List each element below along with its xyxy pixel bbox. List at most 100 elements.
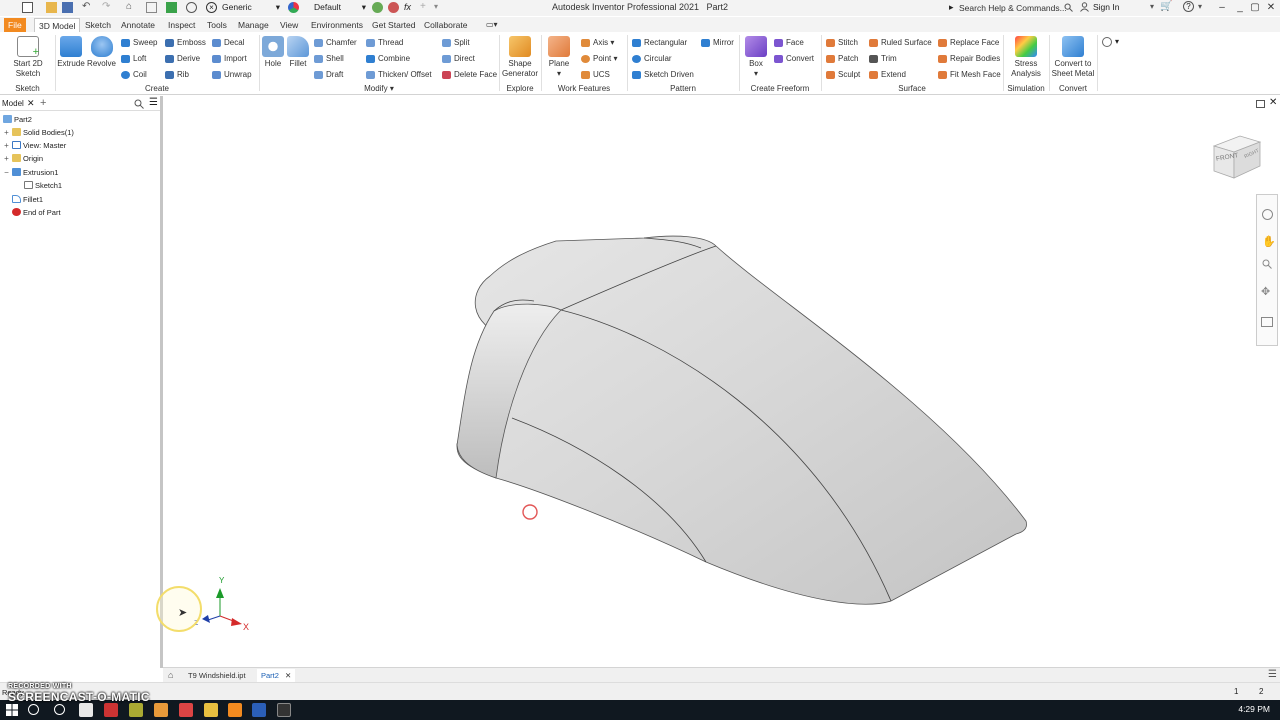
chevron-down-icon[interactable]: ▾ [1150, 2, 1154, 11]
sculpt-button[interactable]: Sculpt [826, 69, 860, 81]
emboss-button[interactable]: Emboss [165, 37, 206, 49]
fillet-button[interactable]: Fillet [286, 36, 310, 69]
new-file-icon[interactable] [22, 2, 33, 13]
app-icon[interactable] [104, 703, 118, 717]
sweep-button[interactable]: Sweep [121, 37, 157, 49]
tree-item-solid-bodies[interactable]: Solid Bodies(1) [12, 127, 74, 139]
patch-button[interactable]: Patch [826, 53, 858, 65]
orbit-icon[interactable]: ✥ [1261, 285, 1270, 298]
browser-tab-model[interactable]: Model [2, 99, 24, 108]
graphics-window[interactable]: ✕ FRONT RIGHT ✋ ✥ Y X Z ➤ [156, 96, 1280, 668]
axis-button[interactable]: Axis ▾ [581, 37, 614, 49]
windshield-part-model[interactable] [456, 235, 1027, 605]
tab-3d-model[interactable]: 3D Model [34, 18, 81, 32]
sketch-driven-pattern-button[interactable]: Sketch Driven [632, 69, 694, 81]
menu-icon[interactable]: ☰ [1268, 669, 1277, 680]
menu-icon[interactable]: ☰ [149, 97, 158, 108]
repair-bodies-button[interactable]: Repair Bodies [938, 53, 1000, 65]
tab-get-started[interactable]: Get Started [368, 18, 419, 32]
circular-pattern-button[interactable]: Circular [632, 53, 672, 65]
derive-button[interactable]: Derive [165, 53, 200, 65]
doc-tab-part2[interactable]: Part2 ✕ [257, 669, 296, 682]
search-icon[interactable] [134, 99, 144, 109]
ucs-button[interactable]: UCS [581, 69, 610, 81]
tab-sketch[interactable]: Sketch [81, 18, 115, 32]
taskbar-search-icon[interactable] [28, 704, 39, 715]
tree-item-origin[interactable]: Origin [12, 153, 43, 165]
combine-button[interactable]: Combine [366, 53, 410, 65]
clear-appearance-icon[interactable] [372, 2, 383, 13]
look-at-icon[interactable] [1261, 317, 1273, 327]
tab-file[interactable]: File [4, 18, 26, 32]
material-icon[interactable]: × [206, 2, 217, 13]
tree-item-end-of-part[interactable]: End of Part [12, 207, 61, 219]
chamfer-button[interactable]: Chamfer [314, 37, 357, 49]
app-icon[interactable] [154, 703, 168, 717]
delete-face-button[interactable]: Delete Face [442, 69, 497, 81]
tree-item-part2[interactable]: Part2 [3, 114, 32, 126]
terminal-app-icon[interactable] [277, 703, 291, 717]
revolve-button[interactable]: Revolve [86, 36, 117, 69]
home-icon[interactable]: ⌂ [126, 2, 137, 13]
shape-generator-button[interactable]: Shape Generator [501, 36, 539, 78]
cart-icon[interactable]: 🛒 [1160, 1, 1172, 13]
unwrap-button[interactable]: Unwrap [212, 69, 252, 81]
customize-icon[interactable]: ▾ [434, 2, 445, 13]
inventor-app-icon[interactable] [228, 703, 242, 717]
save-icon[interactable] [62, 2, 73, 13]
close-window-button[interactable]: ✕ [1263, 1, 1279, 15]
import-button[interactable]: Import [212, 53, 247, 65]
minimize-icon[interactable]: – [1214, 1, 1230, 15]
select-icon[interactable] [146, 2, 157, 13]
expand-icon[interactable]: + [3, 142, 10, 150]
panel-options-icon[interactable]: ▭▾ [482, 18, 502, 32]
app-icon[interactable] [179, 703, 193, 717]
restore-window-button[interactable]: ▢ [1247, 1, 1263, 15]
help-icon[interactable]: ? [1183, 1, 1194, 12]
mirror-button[interactable]: Mirror [701, 37, 734, 49]
chevron-down-icon[interactable]: ▾ [1115, 37, 1119, 46]
shell-button[interactable]: Shell [314, 53, 344, 65]
collapse-icon[interactable]: − [3, 169, 10, 177]
direct-button[interactable]: Direct [442, 53, 475, 65]
minimize-window-button[interactable]: _ [1232, 1, 1248, 15]
undo-icon[interactable]: ↶ [82, 2, 93, 13]
expand-icon[interactable]: + [3, 155, 10, 163]
home-icon[interactable]: ⌂ [168, 670, 173, 680]
close-icon[interactable]: ✕ [285, 671, 291, 680]
expand-icon[interactable]: + [3, 129, 10, 137]
loft-button[interactable]: Loft [121, 53, 146, 65]
measure-icon[interactable] [186, 2, 197, 13]
convert-to-sheet-metal-button[interactable]: Convert to Sheet Metal [1051, 36, 1095, 78]
ruled-surface-button[interactable]: Ruled Surface [869, 37, 932, 49]
model-canvas[interactable] [166, 96, 1280, 668]
doc-tab-t9-windshield[interactable]: T9 Windshield.ipt [184, 669, 250, 682]
redo-icon[interactable]: ↷ [102, 2, 113, 13]
word-app-icon[interactable] [252, 703, 266, 717]
update-icon[interactable] [166, 2, 177, 13]
decal-button[interactable]: Decal [212, 37, 244, 49]
extrude-button[interactable]: Extrude [57, 36, 85, 69]
zoom-icon[interactable] [1262, 259, 1272, 269]
material-select[interactable]: Generic ▾ [222, 2, 280, 14]
fit-mesh-face-button[interactable]: Fit Mesh Face [938, 69, 1001, 81]
chevron-down-icon[interactable]: ▾ [1198, 2, 1202, 11]
tree-item-extrusion1[interactable]: Extrusion1 [12, 167, 58, 179]
plane-button[interactable]: Plane ▾ [545, 36, 573, 78]
add-icon[interactable]: + [420, 2, 431, 13]
tree-item-fillet1[interactable]: Fillet1 [12, 194, 43, 206]
tab-environments[interactable]: Environments [307, 18, 367, 32]
pan-icon[interactable]: ✋ [1262, 235, 1276, 248]
close-icon[interactable]: ✕ [27, 98, 35, 109]
tab-inspect[interactable]: Inspect [164, 18, 199, 32]
thread-button[interactable]: Thread [366, 37, 403, 49]
replace-face-button[interactable]: Replace Face [938, 37, 999, 49]
fx-parameters-icon[interactable]: fx [404, 2, 415, 13]
task-view-icon[interactable] [79, 703, 93, 717]
stress-analysis-button[interactable]: Stress Analysis [1006, 36, 1046, 78]
tab-annotate[interactable]: Annotate [117, 18, 159, 32]
steering-wheel-icon[interactable] [1262, 209, 1273, 220]
rectangular-pattern-button[interactable]: Rectangular [632, 37, 687, 49]
file-explorer-icon[interactable] [204, 703, 218, 717]
tab-manage[interactable]: Manage [234, 18, 273, 32]
